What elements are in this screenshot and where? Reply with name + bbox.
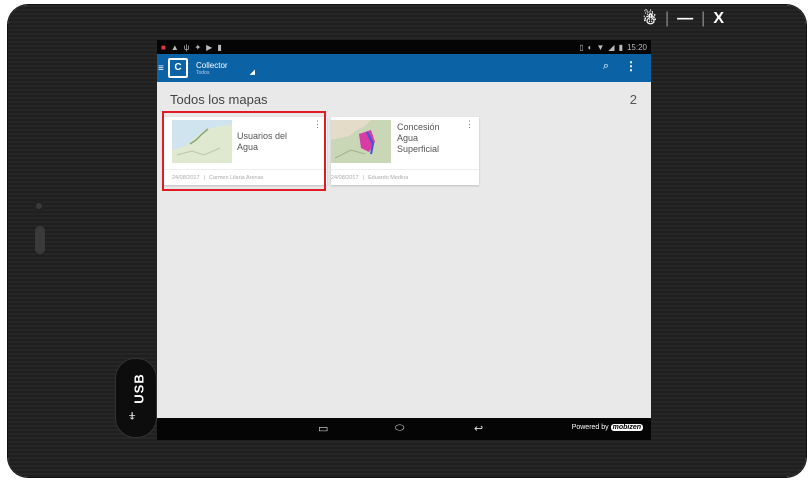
usb-label: USB: [131, 373, 147, 404]
usb-button[interactable]: USB ⍖: [115, 358, 157, 438]
device-screen: ■ ▲ ψ ✦ ▶ ▮ ▯ ◐ ▼ ◢ ▮ 15:20 ≡ C Collecto…: [157, 40, 651, 440]
separator: |: [665, 10, 670, 27]
map-author: Eduardo Medina: [367, 175, 409, 181]
signal-icon: ◢: [608, 42, 615, 52]
page-title: Todos los mapas: [170, 92, 268, 107]
separator: |: [701, 10, 706, 27]
android-nav-bar: ▭ ⬭ ↩ Powered by mobizen: [157, 418, 651, 440]
app-title: Collector: [196, 60, 228, 70]
powered-by-text: Powered by: [571, 424, 609, 431]
map-title: Concesión Agua Superficial: [397, 122, 440, 154]
separator: |: [362, 175, 364, 181]
map-card[interactable]: Concesión Agua Superficial ⋮ 24/08/2017 …: [331, 117, 479, 185]
app-subtitle: Todos: [196, 69, 210, 76]
selection-highlight: [162, 111, 326, 191]
dropdown-icon[interactable]: ◢: [250, 68, 255, 76]
app-bar: ≡ C Collector Todos ◢ ⌕ ⋮: [157, 54, 651, 82]
clock: 15:20: [626, 42, 647, 52]
drawer-icon[interactable]: ≡: [158, 63, 164, 74]
overflow-menu-icon[interactable]: ⋮: [625, 59, 637, 73]
map-date: 24/08/2017: [331, 175, 359, 181]
divider: [331, 169, 479, 170]
home-icon[interactable]: ⬭: [395, 422, 404, 435]
app-title-group[interactable]: Collector Todos: [196, 61, 228, 76]
close-button[interactable]: X: [713, 10, 724, 28]
status-bar: ■ ▲ ψ ✦ ▶ ▮ ▯ ◐ ▼ ◢ ▮ 15:20: [157, 40, 651, 54]
search-icon[interactable]: ⌕: [603, 60, 609, 73]
card-overflow-icon[interactable]: ⋮: [465, 119, 474, 130]
usb-icon: ⍖: [127, 406, 138, 425]
camera-icon: [33, 200, 45, 212]
window-controls: ☃ | — | X: [643, 9, 724, 29]
wifi-icon: ▼: [596, 42, 605, 52]
notification-icon: ■: [161, 42, 166, 52]
map-count: 2: [629, 92, 637, 107]
back-icon[interactable]: ↩: [474, 422, 483, 435]
vibrate-icon: ▯: [579, 42, 584, 52]
usb-status-icon: ψ: [183, 42, 190, 52]
powered-by-label: Powered by mobizen: [572, 424, 643, 431]
warning-icon: ▲: [170, 42, 179, 52]
mobizen-logo: mobizen: [610, 424, 643, 431]
recent-apps-icon[interactable]: ▭: [318, 422, 328, 435]
minimize-button[interactable]: —: [677, 10, 693, 28]
sync-icon: ◐: [587, 42, 593, 52]
app-logo-icon: C: [168, 58, 188, 78]
card-footer: 24/08/2017 | Eduardo Medina: [331, 175, 408, 181]
mascot-icon[interactable]: ☃: [643, 9, 657, 29]
notification-icon: ✦: [194, 42, 202, 52]
side-button: [35, 226, 45, 254]
battery-icon: ▮: [618, 42, 623, 52]
storage-icon: ▮: [217, 42, 222, 52]
play-icon: ▶: [206, 42, 213, 52]
map-thumbnail: [331, 120, 391, 163]
